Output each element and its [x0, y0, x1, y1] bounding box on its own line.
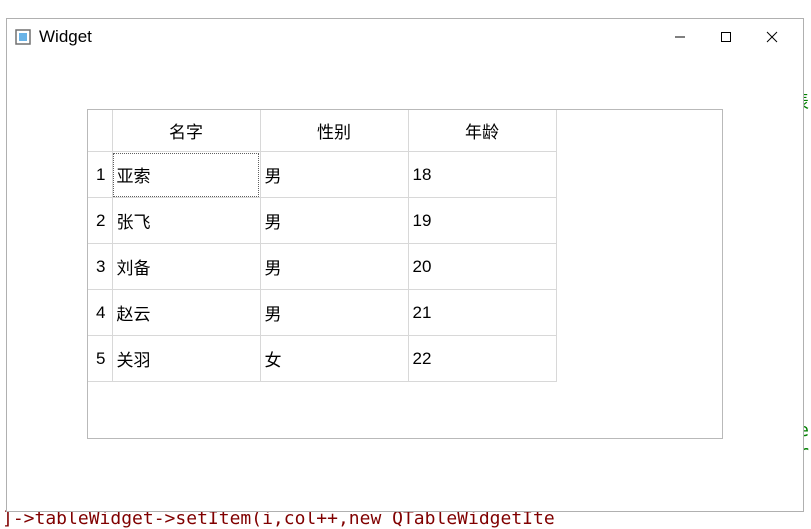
cell-name[interactable]: 关羽 [112, 336, 260, 382]
table-row: 1 亚索 男 18 [88, 152, 556, 198]
cell-name[interactable]: 亚索 [112, 152, 260, 198]
row-header[interactable]: 3 [88, 244, 112, 290]
table-row: 2 张飞 男 19 [88, 198, 556, 244]
close-button[interactable] [749, 19, 795, 55]
window-title: Widget [39, 27, 92, 47]
app-window: Widget 名字 性别 年龄 1 亚索 男 [6, 18, 804, 512]
cell-age[interactable]: 20 [408, 244, 556, 290]
row-header[interactable]: 2 [88, 198, 112, 244]
column-header-name[interactable]: 名字 [112, 110, 260, 152]
cell-name[interactable]: 刘备 [112, 244, 260, 290]
cell-gender[interactable]: 男 [260, 290, 408, 336]
app-icon [15, 29, 31, 45]
column-header-age[interactable]: 年龄 [408, 110, 556, 152]
row-header[interactable]: 4 [88, 290, 112, 336]
cell-name[interactable]: 赵云 [112, 290, 260, 336]
table-row: 4 赵云 男 21 [88, 290, 556, 336]
cell-gender[interactable]: 男 [260, 152, 408, 198]
cell-age[interactable]: 22 [408, 336, 556, 382]
cell-gender[interactable]: 女 [260, 336, 408, 382]
minimize-button[interactable] [657, 19, 703, 55]
table-corner[interactable] [88, 110, 112, 152]
table-widget[interactable]: 名字 性别 年龄 1 亚索 男 18 2 张飞 男 19 3 [87, 109, 723, 439]
cell-gender[interactable]: 男 [260, 198, 408, 244]
column-header-gender[interactable]: 性别 [260, 110, 408, 152]
cell-age[interactable]: 21 [408, 290, 556, 336]
table-row: 3 刘备 男 20 [88, 244, 556, 290]
row-header[interactable]: 5 [88, 336, 112, 382]
cell-age[interactable]: 19 [408, 198, 556, 244]
row-header[interactable]: 1 [88, 152, 112, 198]
cell-name[interactable]: 张飞 [112, 198, 260, 244]
cell-age[interactable]: 18 [408, 152, 556, 198]
maximize-button[interactable] [703, 19, 749, 55]
client-area: 名字 性别 年龄 1 亚索 男 18 2 张飞 男 19 3 [7, 55, 803, 511]
table-row: 5 关羽 女 22 [88, 336, 556, 382]
titlebar[interactable]: Widget [7, 19, 803, 55]
cell-gender[interactable]: 男 [260, 244, 408, 290]
